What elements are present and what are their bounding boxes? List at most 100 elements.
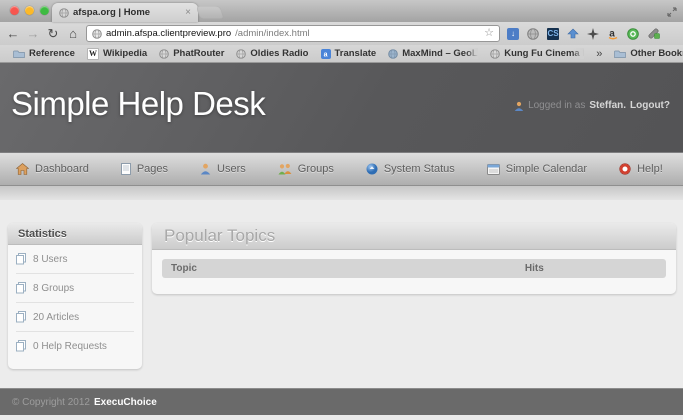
folder-icon bbox=[13, 49, 25, 58]
column-hits: Hits bbox=[525, 263, 544, 274]
browser-window: afspa.org | Home × ← → ↻ ⌂ admin.afspa.c… bbox=[0, 0, 683, 420]
close-window-button[interactable] bbox=[10, 6, 19, 15]
stat-groups[interactable]: 8 Groups bbox=[16, 274, 134, 303]
topics-table-header: Topic Hits bbox=[162, 259, 666, 278]
nav-label: Users bbox=[217, 163, 246, 175]
nav-item-system-status[interactable]: System Status bbox=[366, 163, 455, 175]
tab-afspa-home[interactable]: afspa.org | Home × bbox=[52, 3, 198, 22]
bookmark-folder-reference[interactable]: Reference bbox=[7, 48, 81, 59]
fullscreen-expand-icon[interactable] bbox=[667, 4, 677, 22]
nav-item-dashboard[interactable]: Dashboard bbox=[16, 163, 89, 175]
bookmark-label: Oldies Radio bbox=[250, 48, 308, 59]
bookmark-star-icon[interactable]: ☆ bbox=[484, 28, 494, 39]
stat-help-requests[interactable]: 0 Help Requests bbox=[16, 332, 134, 360]
column-topic: Topic bbox=[162, 263, 197, 274]
page-content: Statistics 8 Users 8 Groups 20 Articles … bbox=[0, 200, 683, 388]
zoom-window-button[interactable] bbox=[40, 6, 49, 15]
bookmark-wikipedia[interactable]: W Wikipedia bbox=[81, 48, 153, 60]
site-globe-icon bbox=[92, 29, 102, 39]
bookmark-oldies-radio[interactable]: Oldies Radio bbox=[230, 48, 314, 59]
minimize-window-button[interactable] bbox=[25, 6, 34, 15]
login-status: Logged in as Steffan. Logout? bbox=[514, 100, 670, 111]
logout-link[interactable]: Logout? bbox=[630, 100, 670, 111]
bookmark-kung-fu-cinema[interactable]: Kung Fu Cinema Fo bbox=[484, 48, 590, 59]
popular-topics-panel: Popular Topics Topic Hits bbox=[152, 223, 676, 294]
window-controls bbox=[10, 6, 49, 15]
extension-cs-icon[interactable]: CS bbox=[546, 27, 560, 41]
user-icon bbox=[200, 163, 211, 175]
url-path: /admin/index.html bbox=[235, 28, 309, 39]
site-title: Simple Help Desk bbox=[11, 85, 265, 123]
stat-label: 0 Help Requests bbox=[33, 341, 107, 352]
folder-icon bbox=[614, 49, 626, 58]
url-domain: admin.afspa.clientpreview.pro bbox=[106, 28, 231, 39]
svg-text:a: a bbox=[323, 51, 327, 58]
status-icon bbox=[366, 163, 378, 175]
globe-icon bbox=[236, 49, 246, 59]
tab-title: afspa.org | Home bbox=[73, 7, 181, 18]
home-button[interactable]: ⌂ bbox=[66, 27, 80, 40]
close-tab-icon[interactable]: × bbox=[185, 8, 191, 18]
wikipedia-icon: W bbox=[87, 48, 99, 60]
other-bookmarks-folder[interactable]: Other Bookmarks bbox=[608, 48, 683, 59]
back-button[interactable]: ← bbox=[6, 27, 20, 40]
nav-label: Simple Calendar bbox=[506, 163, 587, 175]
copy-pages-icon bbox=[16, 311, 27, 323]
home-icon bbox=[16, 163, 29, 175]
calendar-icon bbox=[487, 164, 500, 175]
bookmark-phatrouter[interactable]: PhatRouter bbox=[153, 48, 230, 59]
bookmark-maxmind[interactable]: MaxMind – GeoLite bbox=[382, 48, 484, 59]
extension-star-icon[interactable] bbox=[586, 27, 600, 41]
bookmark-label: Kung Fu Cinema Fo bbox=[504, 48, 584, 59]
tab-strip: afspa.org | Home × bbox=[0, 0, 683, 22]
nav-item-pages[interactable]: Pages bbox=[121, 163, 168, 175]
copyright-text: © Copyright 2012 bbox=[12, 397, 90, 408]
bookmark-label: Wikipedia bbox=[103, 48, 147, 59]
stat-label: 8 Groups bbox=[33, 283, 74, 294]
extension-globe-icon[interactable] bbox=[526, 27, 540, 41]
copy-pages-icon bbox=[16, 282, 27, 294]
login-username: Steffan. bbox=[589, 100, 626, 111]
extension-download-icon[interactable]: ↓ bbox=[506, 27, 520, 41]
new-tab-button[interactable] bbox=[196, 6, 224, 19]
extension-green-circle-icon[interactable] bbox=[626, 27, 640, 41]
stat-articles[interactable]: 20 Articles bbox=[16, 303, 134, 332]
site-footer: © Copyright 2012 ExecuChoice bbox=[0, 388, 683, 415]
nav-label: System Status bbox=[384, 163, 455, 175]
nav-label: Dashboard bbox=[35, 163, 89, 175]
login-prefix: Logged in as bbox=[528, 100, 585, 111]
page-icon bbox=[121, 163, 131, 175]
statistics-panel: Statistics 8 Users 8 Groups 20 Articles … bbox=[8, 223, 142, 369]
translate-icon: a bbox=[321, 49, 331, 59]
stat-users[interactable]: 8 Users bbox=[16, 245, 134, 274]
address-bar[interactable]: admin.afspa.clientpreview.pro/admin/inde… bbox=[86, 25, 500, 42]
stat-label: 8 Users bbox=[33, 254, 67, 265]
main-nav: Dashboard Pages Users Groups System Stat… bbox=[0, 152, 683, 186]
bookmarks-overflow-chevron[interactable]: » bbox=[590, 48, 608, 60]
copy-pages-icon bbox=[16, 253, 27, 265]
bottom-strip bbox=[0, 415, 683, 420]
bookmark-label: Other Bookmarks bbox=[630, 48, 683, 59]
nav-label: Pages bbox=[137, 163, 168, 175]
browser-toolbar: ← → ↻ ⌂ admin.afspa.clientpreview.pro/ad… bbox=[0, 22, 683, 45]
extension-wrench-icon[interactable] bbox=[646, 27, 660, 41]
globe-icon bbox=[490, 49, 500, 59]
user-icon bbox=[514, 101, 524, 111]
nav-item-users[interactable]: Users bbox=[200, 163, 246, 175]
nav-label: Groups bbox=[298, 163, 334, 175]
help-lifering-icon bbox=[619, 163, 631, 175]
nav-item-simple-calendar[interactable]: Simple Calendar bbox=[487, 163, 587, 175]
bookmark-translate[interactable]: a Translate bbox=[315, 48, 383, 59]
extension-up-arrow-icon[interactable] bbox=[566, 27, 580, 41]
nav-item-groups[interactable]: Groups bbox=[278, 163, 334, 175]
globe-icon bbox=[159, 49, 169, 59]
nav-item-help[interactable]: Help! bbox=[619, 163, 663, 175]
reload-button[interactable]: ↻ bbox=[46, 27, 60, 40]
extension-amazon-icon[interactable]: a bbox=[606, 27, 620, 41]
site-header: Simple Help Desk Logged in as Steffan. L… bbox=[0, 63, 683, 152]
tab-favicon-globe-icon bbox=[59, 8, 69, 18]
bookmark-label: Translate bbox=[335, 48, 377, 59]
forward-button[interactable]: → bbox=[26, 27, 40, 40]
nav-label: Help! bbox=[637, 163, 663, 175]
header-shadow-band bbox=[0, 186, 683, 200]
